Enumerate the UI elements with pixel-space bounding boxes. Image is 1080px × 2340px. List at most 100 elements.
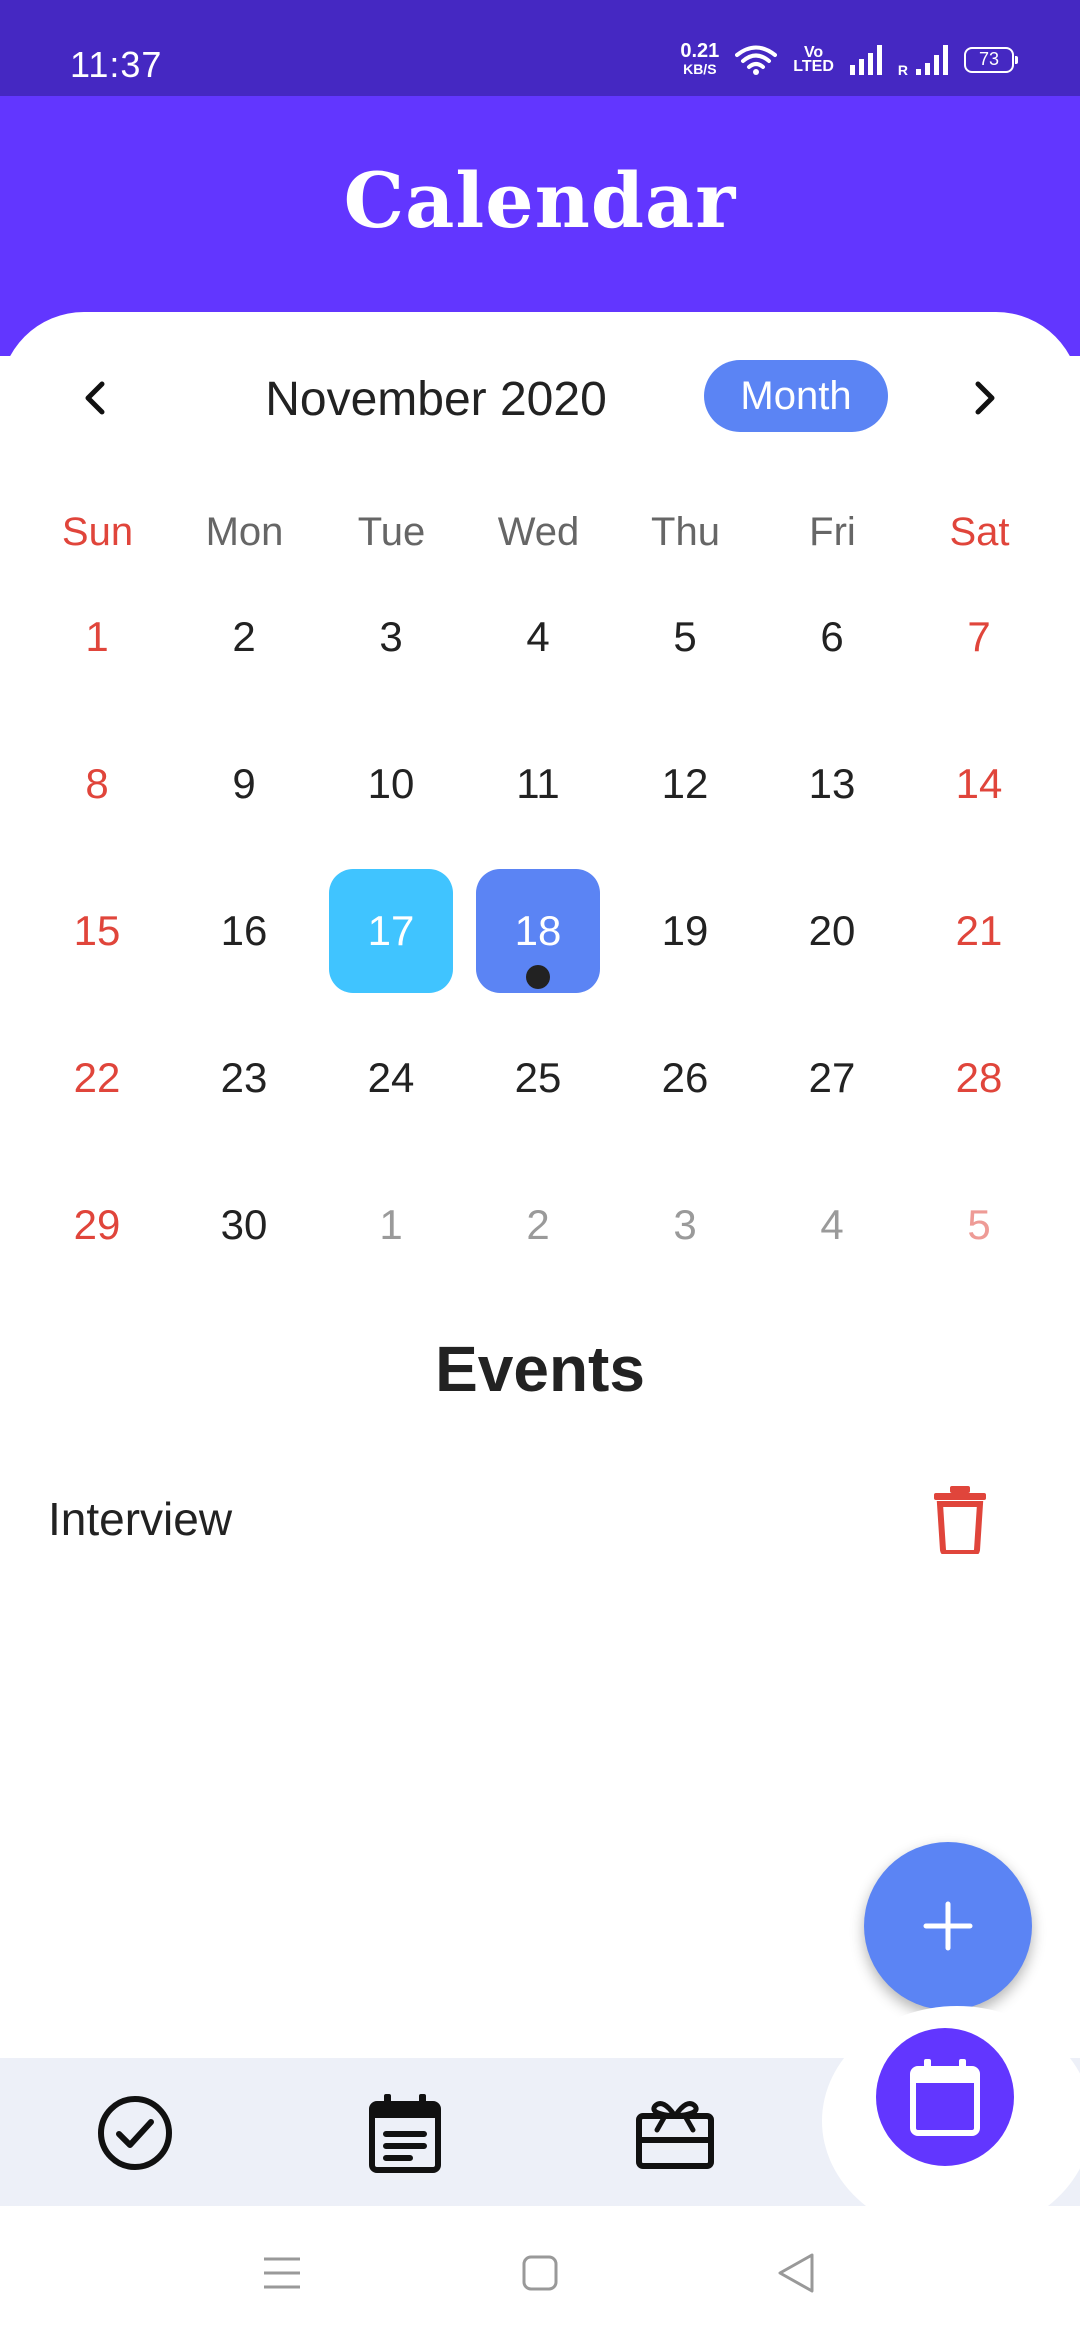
day-number: 2: [526, 1201, 550, 1248]
status-bar: 11:37 0.21 KB/S Vo LTED R 73: [0, 0, 1080, 96]
check-circle-icon: [98, 2096, 172, 2170]
day-number: 16: [220, 907, 268, 954]
calendar-day[interactable]: 23: [182, 1016, 306, 1140]
prev-month-button[interactable]: [66, 368, 126, 428]
weekday-fri: Fri: [809, 510, 856, 554]
event-marker: [526, 965, 550, 989]
calendar-day[interactable]: 11: [476, 722, 600, 846]
battery-percent: 73: [978, 49, 1000, 69]
month-title: November 2020: [265, 373, 607, 426]
nav-tasks-button[interactable]: [90, 2088, 180, 2178]
net-speed-value: 0.21: [680, 40, 720, 62]
calendar-day-next-month[interactable]: 4: [770, 1163, 894, 1287]
app-title: Calendar: [343, 156, 737, 245]
day-number: 7: [967, 613, 991, 660]
calendar-day-next-month[interactable]: 1: [329, 1163, 453, 1287]
calendar-day[interactable]: 28: [917, 1016, 1041, 1140]
format-toggle-button[interactable]: Month: [704, 360, 888, 432]
day-number: 12: [661, 760, 709, 807]
status-time: 11:37: [70, 44, 163, 85]
day-number: 23: [220, 1054, 268, 1101]
battery-icon: 73: [964, 47, 1018, 73]
calendar-day[interactable]: 9: [182, 722, 306, 846]
calendar-day[interactable]: 16: [182, 869, 306, 993]
calendar-day[interactable]: 2: [182, 575, 306, 699]
calendar-day[interactable]: 19: [623, 869, 747, 993]
net-speed: 0.21 KB/S: [680, 40, 720, 78]
system-menu-button[interactable]: [252, 2248, 312, 2298]
day-number: 30: [220, 1201, 268, 1248]
day-number: 24: [367, 1054, 415, 1101]
calendar-day[interactable]: 26: [623, 1016, 747, 1140]
day-number: 14: [955, 760, 1003, 807]
chevron-left-icon: [85, 381, 105, 415]
calendar-day[interactable]: 27: [770, 1016, 894, 1140]
calendar-day[interactable]: 18: [476, 869, 600, 993]
calendar-day[interactable]: 29: [35, 1163, 159, 1287]
calendar-day-next-month[interactable]: 3: [623, 1163, 747, 1287]
calendar-day[interactable]: 22: [35, 1016, 159, 1140]
day-number: 4: [526, 613, 550, 660]
calendar-card: November 2020 Month Sun Mon Tue Wed Thu Fri Sa…: [0, 312, 1080, 2112]
events-title: Events: [435, 1333, 645, 1405]
calendar-day[interactable]: 13: [770, 722, 894, 846]
day-number: 28: [955, 1054, 1003, 1101]
calendar-day[interactable]: 4: [476, 575, 600, 699]
calendar-day[interactable]: 21: [917, 869, 1041, 993]
plus-icon: [923, 1901, 973, 1951]
day-number: 27: [808, 1054, 856, 1101]
status-icons: 0.21 KB/S Vo LTED R 73: [680, 40, 1018, 78]
net-speed-unit: KB/S: [683, 61, 717, 77]
calendar-day[interactable]: 6: [770, 575, 894, 699]
nav-calendar-button[interactable]: [876, 2028, 1014, 2166]
calendar-day[interactable]: 25: [476, 1016, 600, 1140]
month-navigation: November 2020 Month: [0, 360, 1080, 440]
day-number: 6: [820, 613, 844, 660]
calendar-day-next-month[interactable]: 5: [917, 1163, 1041, 1287]
nav-gifts-button[interactable]: [630, 2088, 720, 2178]
day-number: 5: [673, 613, 697, 660]
trash-icon: [934, 1486, 986, 1556]
next-month-button[interactable]: [954, 368, 1014, 428]
system-back-button[interactable]: [766, 2248, 826, 2298]
signal-icon-1: [849, 45, 882, 75]
calendar-day[interactable]: 30: [182, 1163, 306, 1287]
calendar-day[interactable]: 20: [770, 869, 894, 993]
day-number: 10: [367, 760, 415, 807]
day-number: 11: [516, 760, 560, 807]
day-number: 25: [514, 1054, 562, 1101]
weekday-sat: Sat: [949, 510, 1010, 554]
gift-card-icon: [636, 2101, 714, 2169]
signal-icon-2: [916, 45, 948, 75]
calendar-day[interactable]: 15: [35, 869, 159, 993]
calendar-day[interactable]: 12: [623, 722, 747, 846]
event-item[interactable]: Interview: [0, 1462, 1080, 1582]
calendar-day[interactable]: 24: [329, 1016, 453, 1140]
calendar-day[interactable]: 3: [329, 575, 453, 699]
calendar-day[interactable]: 14: [917, 722, 1041, 846]
day-number: 26: [661, 1054, 709, 1101]
calendar-day[interactable]: 5: [623, 575, 747, 699]
system-home-button[interactable]: [510, 2248, 570, 2298]
calendar-day[interactable]: 17: [329, 869, 453, 993]
add-event-button[interactable]: [864, 1842, 1032, 2010]
chevron-right-icon: [975, 381, 995, 415]
day-number: 29: [73, 1201, 121, 1248]
volte-bottom: LTED: [793, 58, 834, 75]
day-number: 20: [808, 907, 856, 954]
day-number: 18: [514, 907, 562, 954]
wifi-icon: [735, 45, 778, 75]
weekday-tue: Tue: [357, 510, 426, 554]
calendar-day[interactable]: 10: [329, 722, 453, 846]
calendar-day[interactable]: 7: [917, 575, 1041, 699]
calendar-day[interactable]: 1: [35, 575, 159, 699]
day-number: 17: [367, 907, 415, 954]
nav-notes-button[interactable]: [360, 2088, 450, 2178]
day-number: 21: [955, 907, 1003, 954]
calendar-grid: 1 2 3 4 5 6 7 8 9 10 11 12 13 14 15 16 17 18 19 20 21 22 23 24 2…: [0, 575, 1080, 1315]
day-number: 19: [661, 907, 709, 954]
day-number: 3: [673, 1201, 697, 1248]
calendar-day-next-month[interactable]: 2: [476, 1163, 600, 1287]
calendar-day[interactable]: 8: [35, 722, 159, 846]
delete-event-button[interactable]: [930, 1484, 990, 1556]
